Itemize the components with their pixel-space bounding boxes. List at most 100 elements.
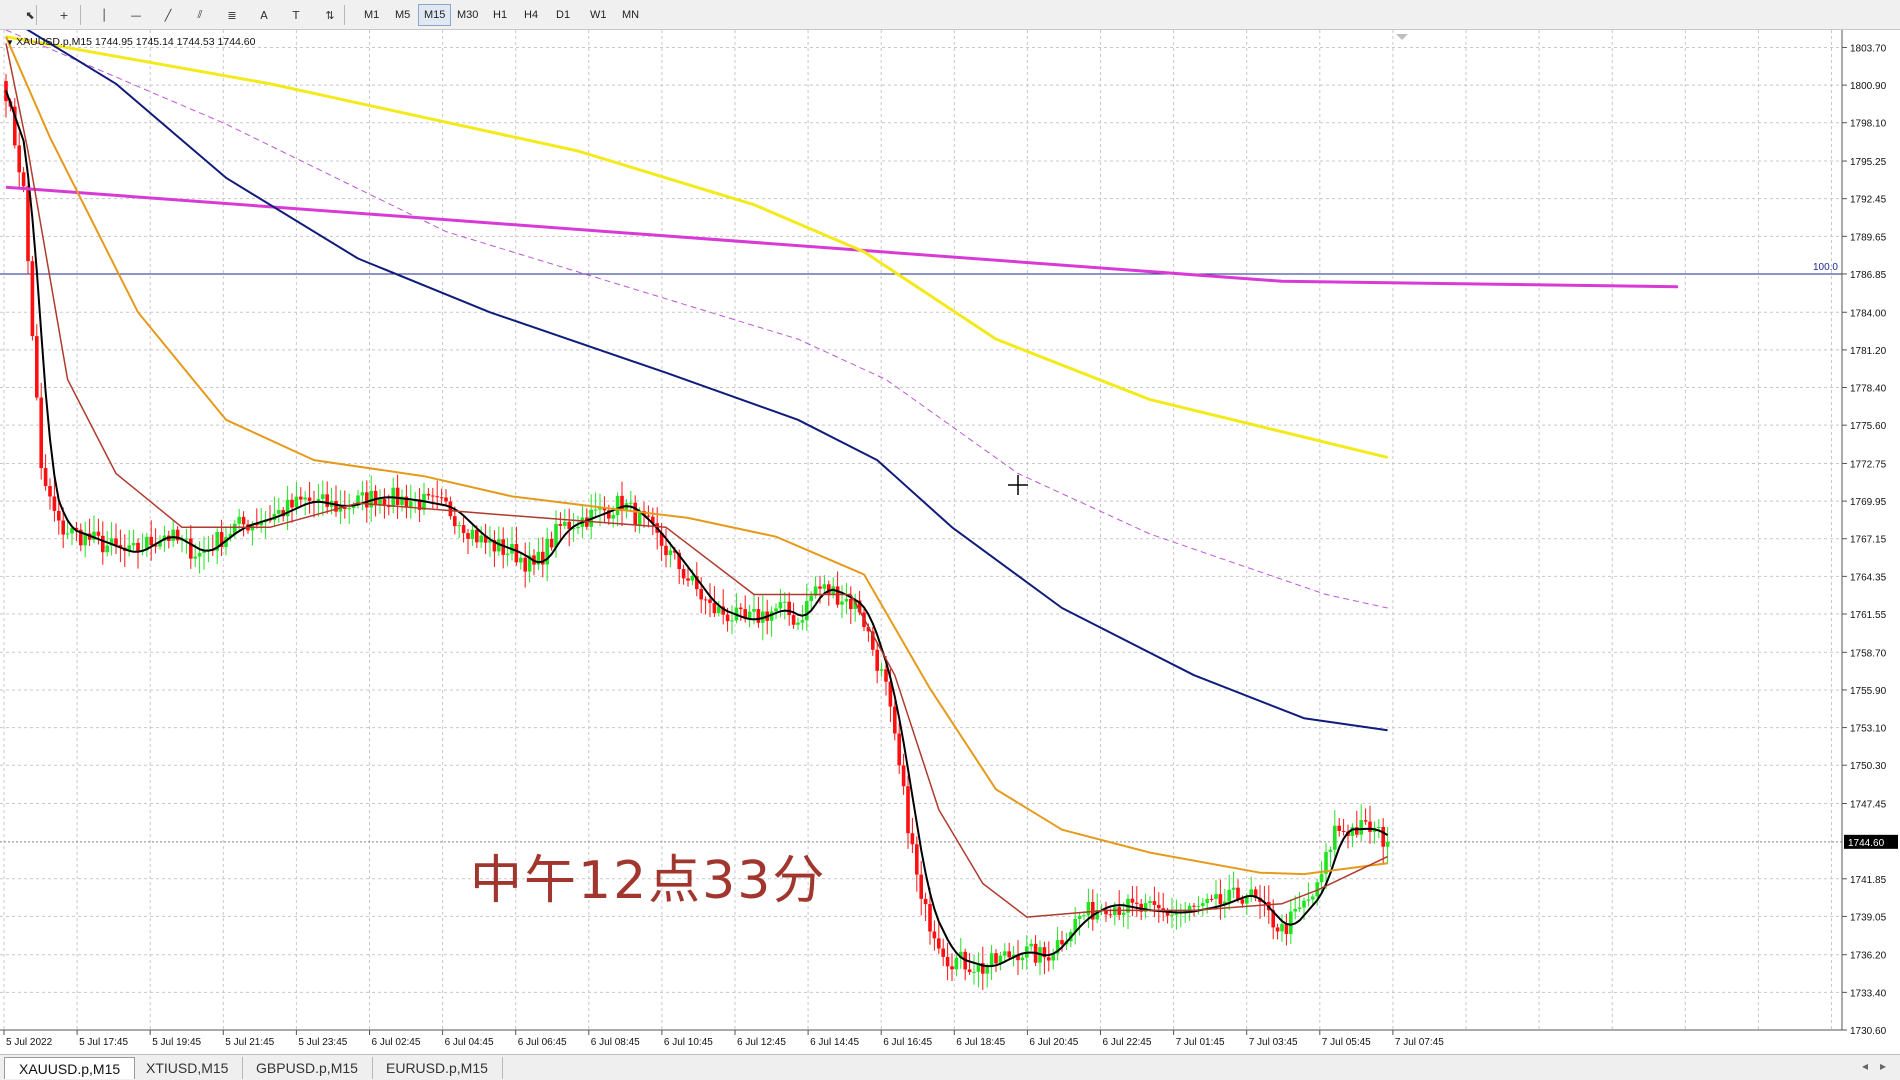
timeframe-mn-button[interactable]: MN: [616, 4, 645, 26]
candle-body: [307, 497, 312, 501]
text-label-tool-icon[interactable]: T: [284, 3, 308, 27]
price-tick-label: 1795.25: [1850, 157, 1887, 168]
chart-area[interactable]: 100.0 1803.70 1800.90 1798.10 1795.25 1792.45…: [0, 30, 1900, 1054]
candle-body: [241, 516, 246, 525]
arrows-tool-icon[interactable]: ⇅: [318, 3, 342, 27]
time-tick-label: 6 Jul 10:45: [664, 1037, 713, 1048]
candle-body: [461, 525, 466, 534]
tab-scroll-right-icon[interactable]: ▸: [1880, 1059, 1886, 1073]
candle-body: [277, 510, 281, 514]
candle-body: [39, 397, 43, 469]
text-tool-icon[interactable]: A: [252, 3, 276, 27]
candle-body: [505, 553, 510, 555]
crosshair-tool-icon[interactable]: +: [52, 3, 76, 27]
chart-tab-eurusd-p[interactable]: EURUSD.p,M15: [372, 1057, 503, 1079]
time-tick-label: 7 Jul 03:45: [1249, 1037, 1298, 1048]
candle-body: [1192, 905, 1196, 907]
current-price-label: 1744.60: [1848, 838, 1885, 849]
time-tick-label: 6 Jul 02:45: [372, 1037, 421, 1048]
channel-tool-icon[interactable]: ⫽: [188, 3, 212, 27]
chart-tab-gbpusd-p[interactable]: GBPUSD.p,M15: [242, 1057, 373, 1079]
candle-body: [1205, 898, 1209, 904]
candle-body: [523, 557, 527, 572]
timeframe-m15-button[interactable]: M15: [418, 4, 452, 26]
candle-body: [818, 586, 822, 589]
candle-body: [1385, 841, 1390, 847]
trendline-tool-icon[interactable]: ╱: [156, 3, 180, 27]
timeframe-d1-button[interactable]: D1: [550, 4, 576, 26]
price-tick-label: 1778.40: [1850, 384, 1887, 395]
ma-yellow-line: [5, 35, 1388, 459]
candle-body: [1381, 826, 1385, 847]
price-tick-label: 1789.65: [1850, 232, 1887, 243]
price-tick-label: 1803.70: [1850, 43, 1887, 54]
candle-body: [1236, 887, 1240, 900]
price-tick-label: 1733.40: [1850, 988, 1887, 999]
candle-body: [615, 495, 620, 516]
candle-body: [1060, 940, 1064, 945]
candle-body: [1170, 914, 1174, 916]
candle-body: [435, 496, 439, 498]
candle-body: [840, 601, 844, 605]
candle-body: [1113, 907, 1117, 916]
chart-tab-xauusd-p[interactable]: XAUUSD.p,M15: [4, 1057, 136, 1079]
candle-body: [479, 535, 483, 543]
price-tick-label: 1800.90: [1850, 81, 1887, 92]
candle-body: [347, 508, 351, 510]
candle-body: [937, 938, 941, 949]
candle-body: [431, 495, 435, 497]
candle-body: [65, 533, 70, 535]
candle-body: [1121, 912, 1126, 915]
tab-scroll-left-icon[interactable]: ◂: [1862, 1059, 1868, 1073]
candle-body: [1020, 957, 1025, 961]
candle-body: [1157, 904, 1161, 909]
candle-body: [426, 493, 431, 496]
timeframe-w1-button[interactable]: W1: [584, 4, 613, 26]
chart-tab-xtiusd[interactable]: XTIUSD,M15: [132, 1057, 244, 1079]
timeframe-m5-button[interactable]: M5: [389, 4, 416, 26]
toolbar-separator: [80, 5, 81, 25]
cursor-tool-icon[interactable]: ⬉: [18, 3, 42, 27]
timeframe-m30-button[interactable]: M30: [451, 4, 484, 26]
candle-body: [752, 609, 756, 612]
candle-body: [149, 536, 153, 546]
price-tick-label: 1784.00: [1850, 308, 1887, 319]
time-tick-label: 5 Jul 2022: [6, 1037, 53, 1048]
candle-body: [303, 497, 307, 500]
candle-body: [954, 957, 959, 970]
horizontal-line-tool-icon[interactable]: —: [124, 3, 148, 27]
candle-body: [629, 502, 633, 504]
vertical-line-tool-icon[interactable]: │: [92, 3, 116, 27]
candle-body: [1275, 927, 1280, 932]
timeframe-m1-button[interactable]: M1: [358, 4, 385, 26]
candle-body: [1284, 924, 1289, 935]
candle-body: [189, 538, 193, 559]
ma-magenta-line: [5, 185, 1679, 289]
candle-body: [395, 487, 400, 505]
candle-body: [1333, 825, 1337, 850]
fibonacci-tool-icon[interactable]: ≣: [220, 3, 244, 27]
price-tick-label: 1764.35: [1850, 572, 1887, 583]
shift-marker-icon[interactable]: [1396, 34, 1408, 40]
candle-body: [563, 521, 567, 526]
timeframe-h4-button[interactable]: H4: [518, 4, 544, 26]
time-tick-label: 6 Jul 08:45: [591, 1037, 640, 1048]
candle-body: [470, 529, 475, 539]
candle-body: [932, 931, 937, 939]
candle-body: [941, 948, 945, 957]
candle-body: [61, 520, 65, 535]
candle-body: [48, 486, 52, 497]
price-tick-label: 1753.10: [1850, 724, 1887, 735]
candle-body: [849, 598, 853, 609]
price-chart[interactable]: 100.0 1803.70 1800.90 1798.10 1795.25 1792.45…: [0, 30, 1900, 1054]
toolbar-separator: [36, 5, 37, 25]
timeframe-h1-button[interactable]: H1: [487, 4, 513, 26]
candle-body: [171, 529, 175, 541]
candle-body: [1311, 896, 1315, 900]
price-tick-label: 1767.15: [1850, 535, 1887, 546]
candle-body: [1319, 873, 1324, 883]
time-tick-label: 7 Jul 07:45: [1395, 1037, 1444, 1048]
candle-body: [1086, 901, 1091, 916]
price-tick-label: 1755.90: [1850, 686, 1887, 697]
candle-body: [1377, 826, 1381, 828]
